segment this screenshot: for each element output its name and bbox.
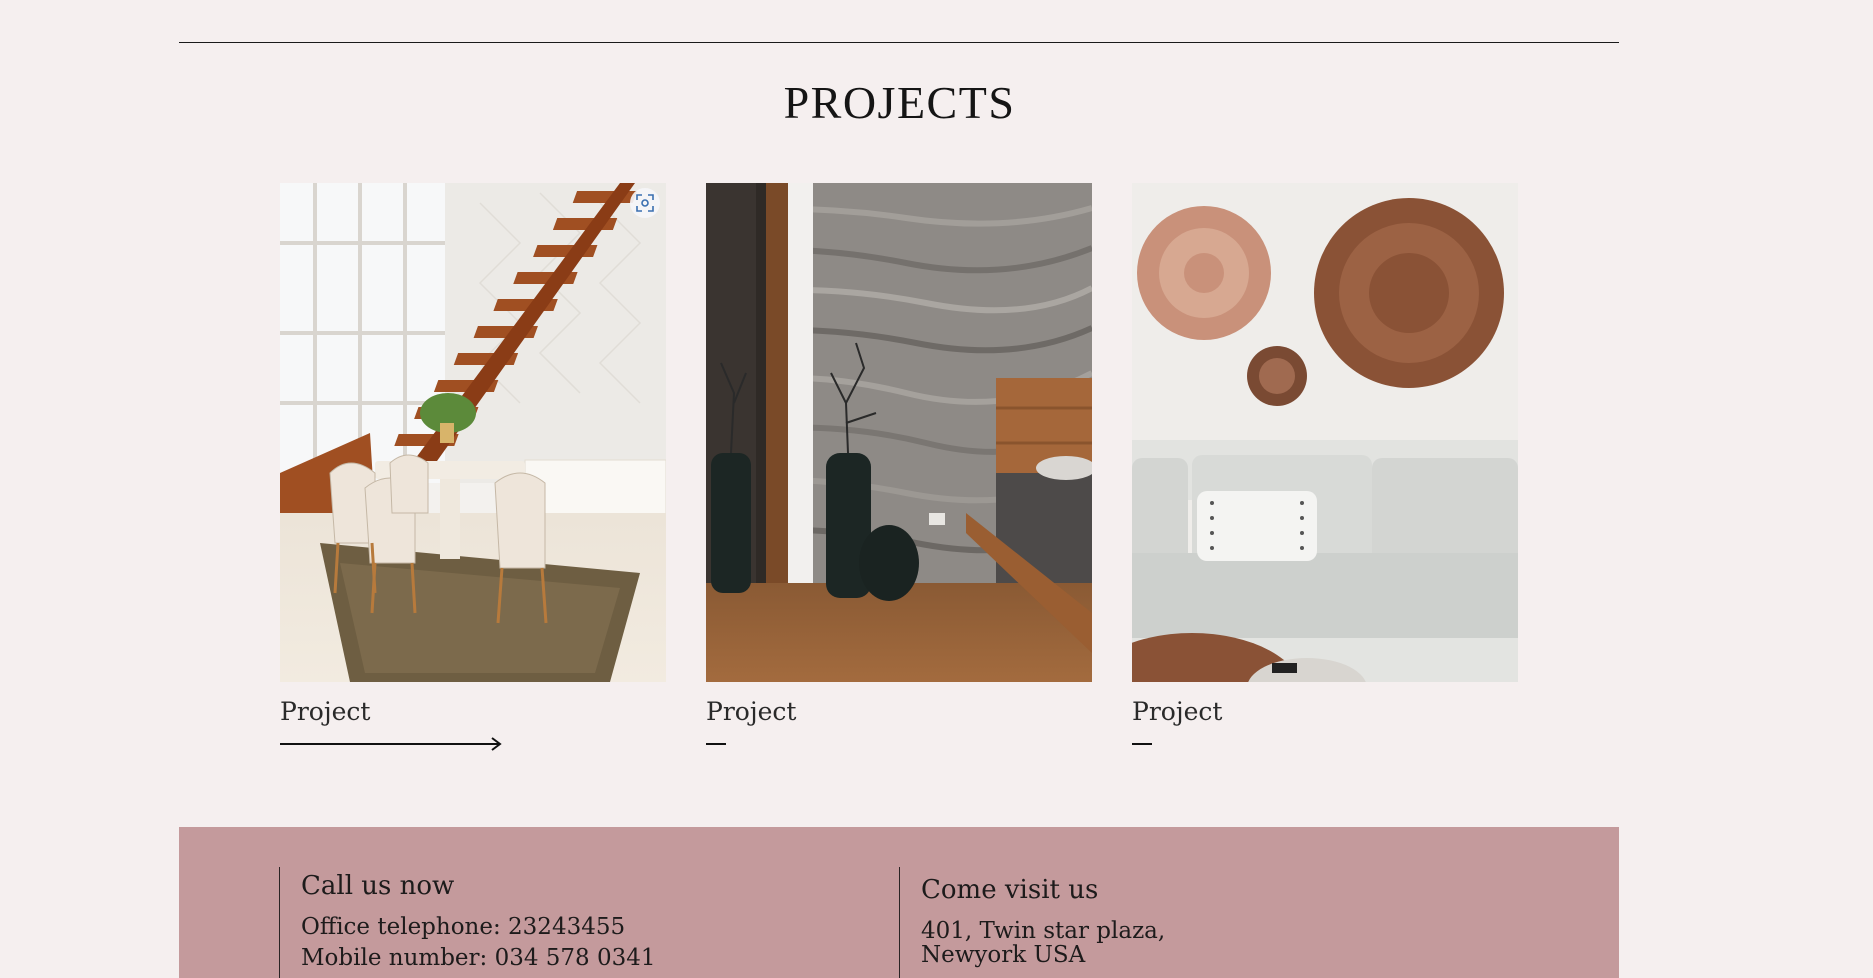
zoom-button[interactable] [630,188,660,218]
visit-us-heading: Come visit us [921,875,1099,905]
address-line-1: 401, Twin star plaza, [921,918,1166,944]
short-dash[interactable] [706,737,728,751]
project-card-1[interactable]: Project [280,183,666,751]
mobile-number[interactable]: Mobile number: 034 578 0341 [301,946,656,970]
project-label[interactable]: Project [1132,697,1222,726]
zoom-scan-icon [636,194,654,212]
call-us-heading: Call us now [301,871,455,901]
project-card-2[interactable]: Project [706,183,1092,745]
call-us-column: Call us now Office telephone: 23243455 M… [279,867,656,978]
page: PROJECTS Project Project Project Call us… [0,0,1873,978]
project-image-staircase[interactable] [280,183,666,682]
project-card-3[interactable]: Project [1132,183,1518,745]
project-image-bedroom[interactable] [706,183,1092,682]
contact-footer: Call us now Office telephone: 23243455 M… [179,827,1619,978]
office-telephone[interactable]: Office telephone: 23243455 [301,915,656,939]
section-title: PROJECTS [783,77,1016,128]
address-line-2: Newyork USA [921,942,1086,968]
long-right-arrow[interactable] [280,737,504,751]
project-label[interactable]: Project [280,697,370,726]
top-divider [179,42,1619,43]
project-image-living-room[interactable] [1132,183,1518,682]
visit-us-column: Come visit us 401, Twin star plaza, Newy… [899,867,1165,978]
short-dash[interactable] [1132,737,1154,751]
project-label[interactable]: Project [706,697,796,726]
